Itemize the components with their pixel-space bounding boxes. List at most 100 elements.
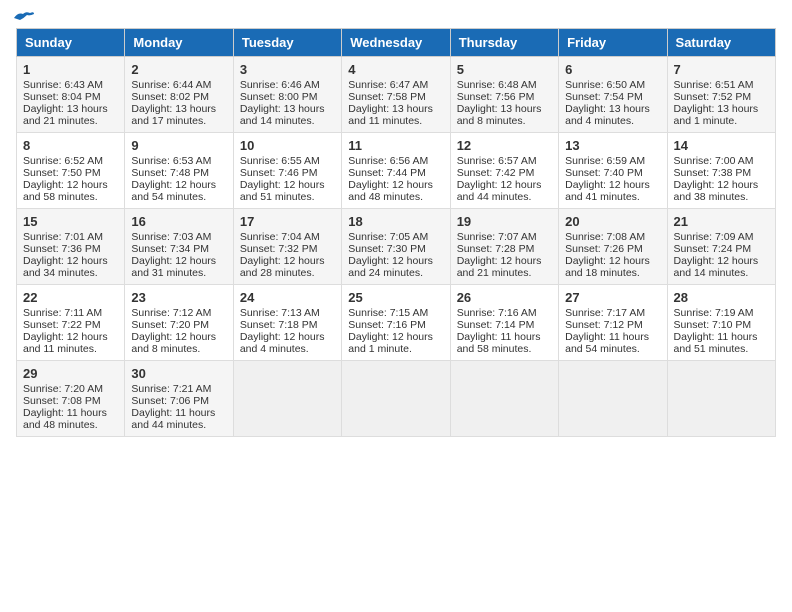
- day-info: Sunset: 7:16 PM: [348, 319, 443, 331]
- day-info: Daylight: 12 hours and 34 minutes.: [23, 255, 118, 279]
- day-info: Daylight: 13 hours and 8 minutes.: [457, 103, 552, 127]
- week-row-3: 22Sunrise: 7:11 AMSunset: 7:22 PMDayligh…: [17, 285, 776, 361]
- day-info: Daylight: 12 hours and 8 minutes.: [131, 331, 226, 355]
- calendar-cell: 14Sunrise: 7:00 AMSunset: 7:38 PMDayligh…: [667, 133, 775, 209]
- day-info: Daylight: 12 hours and 54 minutes.: [131, 179, 226, 203]
- day-info: Sunrise: 7:12 AM: [131, 307, 226, 319]
- day-info: Daylight: 13 hours and 14 minutes.: [240, 103, 335, 127]
- day-info: Daylight: 11 hours and 58 minutes.: [457, 331, 552, 355]
- day-info: Sunset: 7:18 PM: [240, 319, 335, 331]
- day-info: Sunset: 7:10 PM: [674, 319, 769, 331]
- day-info: Daylight: 12 hours and 21 minutes.: [457, 255, 552, 279]
- day-info: Daylight: 12 hours and 11 minutes.: [23, 331, 118, 355]
- calendar-cell: 11Sunrise: 6:56 AMSunset: 7:44 PMDayligh…: [342, 133, 450, 209]
- day-number: 29: [23, 366, 118, 381]
- day-info: Sunset: 7:54 PM: [565, 91, 660, 103]
- day-info: Sunrise: 6:48 AM: [457, 79, 552, 91]
- day-info: Sunset: 7:44 PM: [348, 167, 443, 179]
- day-info: Daylight: 12 hours and 58 minutes.: [23, 179, 118, 203]
- day-number: 10: [240, 138, 335, 153]
- calendar-cell: 30Sunrise: 7:21 AMSunset: 7:06 PMDayligh…: [125, 361, 233, 437]
- calendar-cell: 5 Sunrise: 6:48 AMSunset: 7:56 PMDaylight…: [450, 57, 558, 133]
- day-info: Sunset: 7:36 PM: [23, 243, 118, 255]
- calendar-cell: [667, 361, 775, 437]
- day-info: Sunrise: 6:57 AM: [457, 155, 552, 167]
- day-info: Sunrise: 6:53 AM: [131, 155, 226, 167]
- calendar-cell: 28Sunrise: 7:19 AMSunset: 7:10 PMDayligh…: [667, 285, 775, 361]
- day-info: Sunrise: 6:46 AM: [240, 79, 335, 91]
- day-info: Sunset: 7:14 PM: [457, 319, 552, 331]
- day-info: Sunset: 7:48 PM: [131, 167, 226, 179]
- calendar-cell: 20Sunrise: 7:08 AMSunset: 7:26 PMDayligh…: [559, 209, 667, 285]
- day-info: Sunrise: 7:04 AM: [240, 231, 335, 243]
- calendar-header: SundayMondayTuesdayWednesdayThursdayFrid…: [17, 29, 776, 57]
- day-info: Sunrise: 7:03 AM: [131, 231, 226, 243]
- calendar-cell: 15Sunrise: 7:01 AMSunset: 7:36 PMDayligh…: [17, 209, 125, 285]
- day-info: Sunrise: 7:17 AM: [565, 307, 660, 319]
- calendar-cell: 1Sunrise: 6:43 AMSunset: 8:04 PMDaylight…: [17, 57, 125, 133]
- day-info: Daylight: 12 hours and 48 minutes.: [348, 179, 443, 203]
- day-info: Daylight: 12 hours and 44 minutes.: [457, 179, 552, 203]
- header-monday: Monday: [125, 29, 233, 57]
- day-info: Daylight: 11 hours and 54 minutes.: [565, 331, 660, 355]
- day-number: 4: [348, 62, 443, 77]
- day-info: Sunset: 7:46 PM: [240, 167, 335, 179]
- day-info: Daylight: 12 hours and 51 minutes.: [240, 179, 335, 203]
- day-number: 14: [674, 138, 769, 153]
- day-info: Sunrise: 7:01 AM: [23, 231, 118, 243]
- day-number: 11: [348, 138, 443, 153]
- calendar-cell: 21Sunrise: 7:09 AMSunset: 7:24 PMDayligh…: [667, 209, 775, 285]
- day-info: Sunrise: 6:51 AM: [674, 79, 769, 91]
- calendar-cell: 8Sunrise: 6:52 AMSunset: 7:50 PMDaylight…: [17, 133, 125, 209]
- day-number: 24: [240, 290, 335, 305]
- day-info: Sunrise: 7:09 AM: [674, 231, 769, 243]
- day-info: Sunrise: 7:15 AM: [348, 307, 443, 319]
- day-number: 5: [457, 62, 552, 77]
- day-info: Sunrise: 7:20 AM: [23, 383, 118, 395]
- day-info: Daylight: 13 hours and 21 minutes.: [23, 103, 118, 127]
- week-row-2: 15Sunrise: 7:01 AMSunset: 7:36 PMDayligh…: [17, 209, 776, 285]
- day-info: Sunrise: 6:59 AM: [565, 155, 660, 167]
- day-info: Daylight: 13 hours and 4 minutes.: [565, 103, 660, 127]
- logo-bird-icon: [12, 10, 34, 26]
- day-info: Daylight: 11 hours and 48 minutes.: [23, 407, 118, 431]
- day-info: Sunset: 7:24 PM: [674, 243, 769, 255]
- week-row-1: 8Sunrise: 6:52 AMSunset: 7:50 PMDaylight…: [17, 133, 776, 209]
- day-info: Sunset: 7:50 PM: [23, 167, 118, 179]
- day-number: 6: [565, 62, 660, 77]
- day-info: Sunset: 7:56 PM: [457, 91, 552, 103]
- day-info: Sunset: 7:38 PM: [674, 167, 769, 179]
- day-info: Daylight: 12 hours and 24 minutes.: [348, 255, 443, 279]
- day-info: Daylight: 13 hours and 17 minutes.: [131, 103, 226, 127]
- week-row-0: 1Sunrise: 6:43 AMSunset: 8:04 PMDaylight…: [17, 57, 776, 133]
- day-info: Sunset: 8:04 PM: [23, 91, 118, 103]
- day-number: 26: [457, 290, 552, 305]
- day-info: Sunset: 7:26 PM: [565, 243, 660, 255]
- day-info: Daylight: 12 hours and 31 minutes.: [131, 255, 226, 279]
- calendar-cell: 23Sunrise: 7:12 AMSunset: 7:20 PMDayligh…: [125, 285, 233, 361]
- day-info: Daylight: 12 hours and 28 minutes.: [240, 255, 335, 279]
- day-number: 20: [565, 214, 660, 229]
- day-info: Sunrise: 6:44 AM: [131, 79, 226, 91]
- calendar-cell: [450, 361, 558, 437]
- day-number: 25: [348, 290, 443, 305]
- day-number: 18: [348, 214, 443, 229]
- calendar-cell: 18Sunrise: 7:05 AMSunset: 7:30 PMDayligh…: [342, 209, 450, 285]
- calendar-cell: 25Sunrise: 7:15 AMSunset: 7:16 PMDayligh…: [342, 285, 450, 361]
- day-info: Sunrise: 6:55 AM: [240, 155, 335, 167]
- day-info: Sunset: 7:34 PM: [131, 243, 226, 255]
- day-number: 19: [457, 214, 552, 229]
- day-info: Daylight: 11 hours and 44 minutes.: [131, 407, 226, 431]
- header-wednesday: Wednesday: [342, 29, 450, 57]
- calendar-cell: 24Sunrise: 7:13 AMSunset: 7:18 PMDayligh…: [233, 285, 341, 361]
- day-info: Daylight: 11 hours and 51 minutes.: [674, 331, 769, 355]
- calendar-cell: 27Sunrise: 7:17 AMSunset: 7:12 PMDayligh…: [559, 285, 667, 361]
- calendar-cell: 13Sunrise: 6:59 AMSunset: 7:40 PMDayligh…: [559, 133, 667, 209]
- day-info: Sunset: 7:52 PM: [674, 91, 769, 103]
- day-info: Sunrise: 7:13 AM: [240, 307, 335, 319]
- header-thursday: Thursday: [450, 29, 558, 57]
- day-info: Sunset: 7:32 PM: [240, 243, 335, 255]
- header-saturday: Saturday: [667, 29, 775, 57]
- day-info: Sunset: 7:06 PM: [131, 395, 226, 407]
- day-info: Daylight: 12 hours and 41 minutes.: [565, 179, 660, 203]
